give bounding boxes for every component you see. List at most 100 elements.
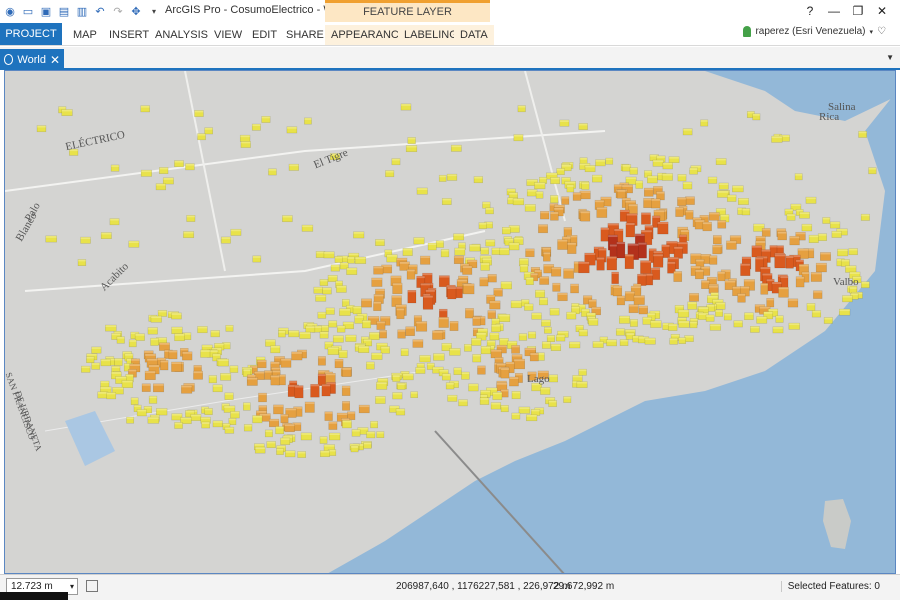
extruded-block-top: [786, 255, 794, 258]
extruded-block-top: [116, 336, 125, 339]
save-as-icon[interactable]: ▥: [74, 3, 90, 19]
label-salina-2: Rica: [819, 111, 840, 123]
extruded-block-top: [627, 243, 639, 246]
extruded-block-top: [690, 318, 698, 321]
extruded-block-top: [181, 385, 192, 388]
minimize-icon[interactable]: —: [822, 2, 846, 20]
undo-icon[interactable]: ↶: [92, 3, 108, 19]
extruded-block-top: [519, 333, 527, 336]
help-icon[interactable]: ?: [798, 2, 822, 20]
extruded-block-top: [486, 294, 495, 297]
extruded-block-top: [656, 191, 665, 194]
extruded-block-top: [732, 185, 744, 188]
extruded-block-top: [559, 119, 570, 122]
extruded-block-top: [458, 242, 466, 245]
extruded-block-top: [37, 125, 46, 128]
tab-data[interactable]: DATA: [454, 25, 494, 45]
scene-view[interactable]: ELÉCTRICO El Tigre Salina Rica Lago Palo…: [4, 70, 896, 574]
extruded-block-top: [801, 224, 812, 227]
extruded-block-top: [441, 343, 452, 346]
extruded-block-top: [174, 333, 185, 336]
extruded-block-top: [624, 254, 634, 257]
tab-edit[interactable]: EDIT: [252, 25, 277, 45]
extruded-block-top: [540, 211, 550, 214]
extruded-block-top: [550, 177, 560, 180]
extruded-block-top: [359, 405, 370, 408]
coordinate-system-icon[interactable]: [86, 580, 98, 592]
extruded-block-top: [412, 339, 424, 342]
selected-features[interactable]: Selected Features: 0: [780, 581, 880, 592]
extruded-block-top: [502, 227, 511, 230]
extruded-block-top: [61, 109, 73, 112]
extruded-block-top: [772, 326, 784, 329]
extruded-block-top: [316, 251, 325, 254]
save-icon[interactable]: ▤: [56, 3, 72, 19]
extruded-block-top: [480, 262, 490, 265]
extruded-block: [606, 256, 618, 271]
extruded-block-top: [472, 354, 481, 357]
tab-share[interactable]: SHARE: [286, 25, 324, 45]
tab-analysis[interactable]: ANALYSIS: [155, 25, 208, 45]
extruded-block-top: [644, 188, 654, 191]
extruded-block-top: [491, 324, 501, 327]
scene-canvas[interactable]: [5, 71, 896, 574]
extruded-block-top: [396, 308, 405, 311]
extruded-block-top: [806, 303, 816, 306]
new-icon[interactable]: ▭: [20, 3, 36, 19]
tab-world-view[interactable]: World ✕: [0, 49, 64, 70]
chevron-down-icon[interactable]: ▾: [870, 28, 874, 36]
ribbon-tabs: PROJECT MAP INSERT ANALYSIS VIEW EDIT SH…: [0, 22, 900, 46]
extruded-block-top: [489, 332, 499, 335]
extruded-block-top: [626, 213, 638, 216]
extruded-block-top: [751, 245, 762, 248]
extruded-block-top: [111, 333, 121, 336]
extruded-block-top: [726, 240, 737, 243]
customize-icon[interactable]: ▾: [146, 3, 162, 19]
extruded-block-top: [598, 248, 607, 251]
extruded-block-top: [343, 321, 354, 324]
extruded-block-top: [616, 242, 625, 245]
extruded-block-top: [402, 248, 413, 251]
chevron-down-icon[interactable]: ▾: [70, 579, 74, 594]
extruded-block-top: [554, 207, 564, 210]
close-icon[interactable]: ✕: [870, 2, 894, 20]
extruded-block-top: [517, 105, 526, 108]
arcgis-logo-icon[interactable]: ◉: [2, 3, 18, 19]
extruded-block-top: [407, 137, 416, 140]
smiley-icon[interactable]: ♡: [877, 26, 886, 37]
extruded-block-top: [370, 421, 378, 424]
extruded-block-top: [750, 326, 760, 329]
extruded-block-top: [805, 197, 817, 200]
open-icon[interactable]: ▣: [38, 3, 54, 19]
extruded-block-top: [355, 256, 366, 259]
extruded-block-top: [185, 163, 195, 166]
restore-icon[interactable]: ❐: [846, 2, 870, 20]
tab-insert[interactable]: INSERT: [109, 25, 149, 45]
extruded-block-top: [695, 269, 704, 272]
tab-view[interactable]: VIEW: [214, 25, 242, 45]
extruded-block-top: [525, 248, 535, 251]
extruded-block-top: [111, 371, 122, 374]
redo-icon[interactable]: ↷: [110, 3, 126, 19]
extruded-block-top: [513, 359, 525, 362]
user-account[interactable]: raperez (Esri Venezuela) ▾ ♡: [743, 26, 886, 37]
extruded-block-top: [272, 370, 281, 373]
navigate-icon[interactable]: ✥: [128, 3, 144, 19]
extruded-block-top: [416, 321, 427, 324]
tab-project[interactable]: PROJECT: [0, 23, 62, 45]
extruded-block-top: [133, 405, 142, 408]
extruded-block-top: [690, 165, 702, 168]
tab-map[interactable]: MAP: [73, 25, 97, 45]
extruded-block-top: [724, 280, 736, 283]
extruded-block-top: [730, 235, 741, 238]
extruded-block-top: [576, 381, 588, 384]
extruded-block-top: [683, 128, 693, 131]
extruded-block-top: [186, 215, 196, 218]
views-dropdown-icon[interactable]: ▼: [886, 53, 894, 62]
extruded-block-top: [841, 259, 850, 262]
close-view-icon[interactable]: ✕: [50, 53, 60, 67]
extruded-block-top: [768, 309, 778, 312]
extruded-block-top: [509, 242, 520, 245]
extruded-block-top: [595, 159, 606, 162]
extruded-block-top: [796, 209, 804, 212]
